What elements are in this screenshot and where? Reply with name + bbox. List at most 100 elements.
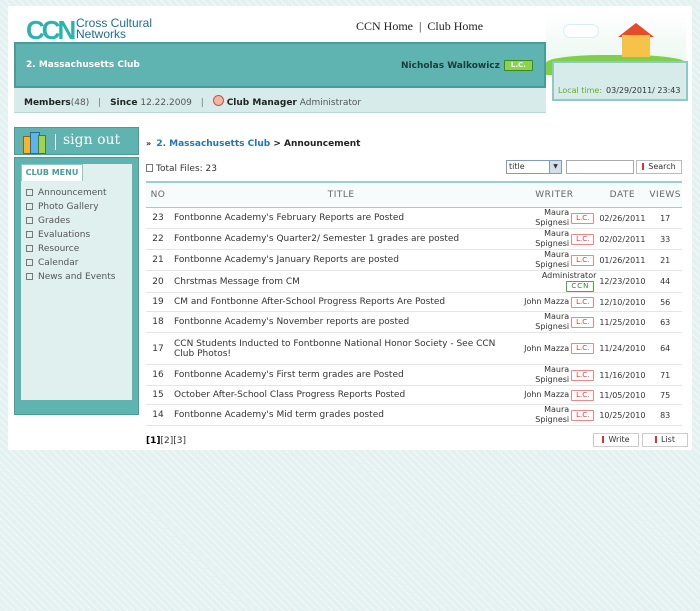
breadcrumb-club-link[interactable]: 2. Massachusetts Club [156,139,270,149]
row-views: 83 [648,404,682,426]
user-name: Nicholas Walkowicz [401,61,500,71]
writer-line2: John Mazza [524,297,570,306]
header-date: DATE [596,181,649,208]
row-title[interactable]: CCN Students Inducted to Fontbonne Natio… [170,332,513,365]
house-icon [622,35,650,57]
search-field-select[interactable]: title ▼ [506,160,562,174]
total-files-label: Total Files: [156,164,203,174]
table-row[interactable]: 22 Fontbonne Academy's Quarter2/ Semeste… [146,228,682,250]
menu-item-photo-gallery[interactable]: Photo Gallery [26,200,115,214]
search-input[interactable] [566,160,634,174]
table-header-row: NO TITLE WRITER DATE VIEWS [146,181,682,208]
manager-value: Administrator [299,98,362,108]
ccn-home-link[interactable]: CCN Home [356,19,413,33]
lc-badge: L.C. [503,60,533,71]
breadcrumb-separator: > [273,139,281,149]
table-row[interactable]: 18 Fontbonne Academy's November reports … [146,311,682,333]
header-illustration: Local time: 03/29/2011/ 23:43 [546,11,688,112]
writer-line2: Spignesi [535,415,570,424]
list-button[interactable]: List [642,433,688,447]
since-value: 12.22.2009 [140,98,192,108]
menu-item-announcement[interactable]: Announcement [26,186,115,200]
menu-item-grades[interactable]: Grades [26,214,115,228]
chevron-down-icon[interactable]: ▼ [549,161,561,173]
row-no: 14 [146,404,170,426]
books-icon [23,132,46,154]
header-no: NO [146,181,170,208]
page-link[interactable]: [2] [161,436,174,446]
clipboard-icon [26,231,33,238]
since-label: Since [110,98,138,108]
search-field-value: title [509,162,525,171]
search-button[interactable]: Search [636,160,682,174]
menu-item-label: Announcement [38,188,107,198]
table-row[interactable]: 17 CCN Students Inducted to Fontbonne Na… [146,332,682,365]
row-date: 11/05/2010 [596,385,649,405]
club-name[interactable]: 2. Massachusetts Club [26,60,140,70]
sign-out-label: sign out [63,132,121,148]
writer-line1: Maura [544,312,570,321]
write-button[interactable]: Write [593,433,639,447]
row-date: 12/10/2010 [596,292,649,312]
row-views: 21 [648,249,682,271]
row-writer: Maura SpignesiL.C. [512,249,597,271]
menu-item-label: Photo Gallery [38,202,99,212]
table-row[interactable]: 20 Chrstmas Message from CM Administrato… [146,270,682,293]
ccn-logo[interactable]: CCN Cross Cultural Networks [26,16,186,44]
cloud-icon [564,25,598,37]
writer-line2: Spignesi [535,260,570,269]
row-date: 12/23/2010 [596,270,649,293]
table-row[interactable]: 19 CM and Fontbonne After-School Progres… [146,292,682,312]
row-views: 33 [648,228,682,250]
row-title[interactable]: Fontbonne Academy's First term grades ar… [170,364,513,386]
row-date: 02/26/2011 [596,207,649,229]
row-no: 20 [146,270,170,293]
menu-item-resource[interactable]: Resource [26,242,115,256]
sign-out-button[interactable]: sign out [14,127,139,155]
folder-icon [26,245,33,252]
top-nav: CCN Home | Club Home [356,19,483,34]
row-no: 18 [146,311,170,333]
header-title: TITLE [170,181,513,208]
club-menu-panel: CLUB MENU Announcement Photo Gallery Gra… [21,164,132,400]
table-row[interactable]: 23 Fontbonne Academy's February Reports … [146,207,682,229]
row-title[interactable]: Chrstmas Message from CM [170,270,513,293]
table-row[interactable]: 16 Fontbonne Academy's First term grades… [146,364,682,386]
row-title[interactable]: Fontbonne Academy's January Reports are … [170,249,513,271]
file-icon [146,164,153,172]
row-views: 17 [648,207,682,229]
row-no: 15 [146,385,170,405]
total-files-count: 23 [205,164,217,174]
club-banner: 2. Massachusetts Club Nicholas Walkowicz… [14,42,546,88]
row-writer: Maura SpignesiL.C. [512,404,597,426]
lc-badge: L.C. [571,409,595,421]
lc-badge: L.C. [571,212,595,224]
table-row[interactable]: 21 Fontbonne Academy's January Reports a… [146,249,682,271]
row-views: 56 [648,292,682,312]
club-home-link[interactable]: Club Home [427,19,483,33]
row-title[interactable]: October After-School Class Progress Repo… [170,385,513,405]
menu-item-calendar[interactable]: Calendar [26,256,115,270]
menu-item-news-and-events[interactable]: News and Events [26,270,115,284]
lc-badge: L.C. [571,389,595,401]
row-views: 75 [648,385,682,405]
menu-item-evaluations[interactable]: Evaluations [26,228,115,242]
row-writer: Maura SpignesiL.C. [512,228,597,250]
table-row[interactable]: 15 October After-School Class Progress R… [146,385,682,405]
table-row[interactable]: 14 Fontbonne Academy's Mid term grades p… [146,404,682,426]
writer-line2: Spignesi [535,218,570,227]
page-link[interactable]: [3] [173,436,186,446]
row-title[interactable]: CM and Fontbonne After-School Progress R… [170,292,513,312]
club-menu-list: Announcement Photo Gallery Grades Evalua… [26,186,115,284]
page-container: CCN Cross Cultural Networks CCN Home | Clu… [8,6,692,450]
row-title[interactable]: Fontbonne Academy's November reports are… [170,311,513,333]
row-date: 11/16/2010 [596,364,649,386]
grid-icon [26,217,33,224]
menu-item-label: Evaluations [38,230,91,240]
local-time-box: Local time: 03/29/2011/ 23:43 [552,61,688,101]
row-title[interactable]: Fontbonne Academy's Mid term grades post… [170,404,513,426]
row-title[interactable]: Fontbonne Academy's Quarter2/ Semester 1… [170,228,513,250]
row-title[interactable]: Fontbonne Academy's February Reports are… [170,207,513,229]
local-time-label: Local time: [558,86,603,95]
lc-badge: L.C. [571,343,595,354]
